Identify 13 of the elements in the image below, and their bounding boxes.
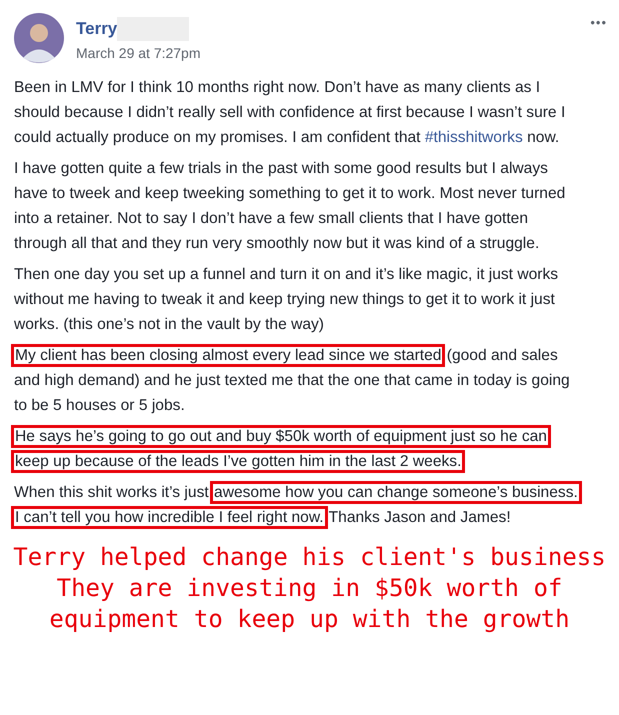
caption-line: They are investing in $50k worth of xyxy=(56,573,562,604)
caption-line: Terry helped change his client's business xyxy=(13,542,606,573)
author-name[interactable]: Terry xyxy=(76,19,118,39)
post-paragraph: I have gotten quite a few trials in the past with some good results but I always have to tweek and keep tweeking something to get it to work. Most never turned into a retainer. Not to say I don’t have a few small clients that I have gotten through all that and they run very smoothly now but it was kind of a struggle. xyxy=(14,159,566,254)
hashtag-link[interactable]: #thisshitworks xyxy=(424,129,523,146)
post-paragraph: Been in LMV for I think 10 months right now. Don’t have as many clients as I should because I didn’t really sell with confidence at first because I wasn’t sure I could actually produce on my promises. I am confident that #thisshitworks now. xyxy=(14,78,566,148)
more-options-button[interactable]: ••• xyxy=(590,15,607,30)
post-timestamp[interactable]: March 29 at 7:27pm xyxy=(76,45,578,61)
post-paragraph: When this shit works it’s just awesome how you can change someone’s business. I can’t tell you how incredible I feel right now. Thanks Jason and James! xyxy=(14,480,579,530)
post-paragraph: My client has been closing almost every lead since we started (good and sales and high demand) and he just texted me that the one that came in today is going to be 5 houses or 5 jobs. xyxy=(14,343,579,418)
post-paragraph: Then one day you set up a funnel and turn it on and it’s like magic, it just works without me having to tweak it and keep trying new things to get it to work it just works. (this one’s not in the vault by the way) xyxy=(14,265,560,335)
avatar[interactable] xyxy=(14,13,64,63)
caption-line: equipment to keep up with the growth xyxy=(49,604,570,635)
